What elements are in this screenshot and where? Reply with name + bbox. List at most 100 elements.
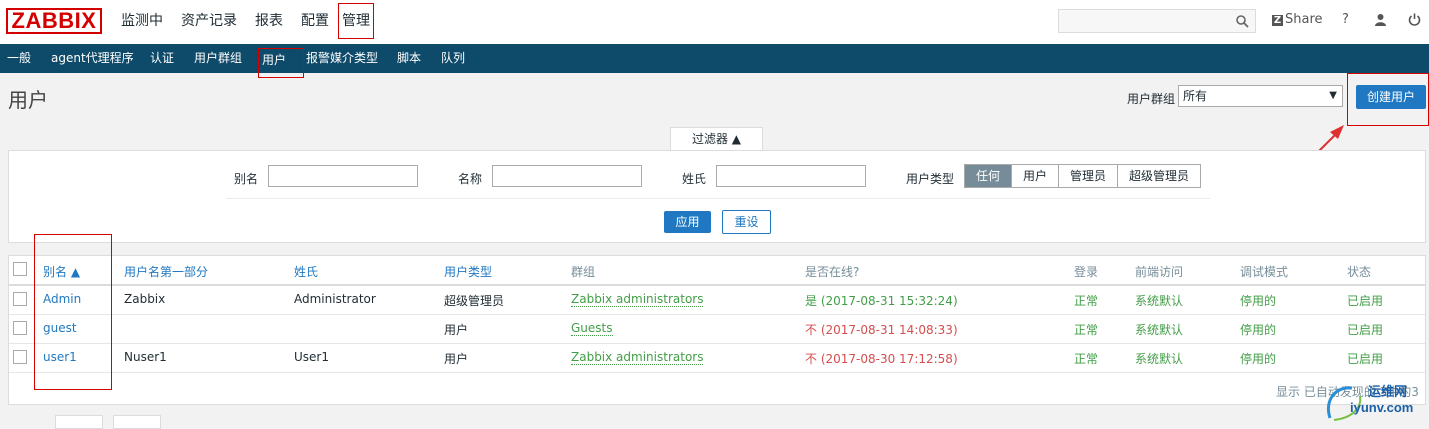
user-type-label: 用户类型 xyxy=(906,172,955,186)
reset-button[interactable]: 重设 xyxy=(722,210,771,234)
zabbix-logo[interactable]: ZABBIX xyxy=(6,8,102,34)
user-group-link[interactable]: Zabbix administrators xyxy=(571,292,704,307)
user-type-user[interactable]: 用户 xyxy=(1012,165,1060,187)
sub-nav-user-groups[interactable]: 用户群组 xyxy=(194,44,242,73)
filter-tab[interactable]: 过滤器 ▲ xyxy=(670,127,763,150)
login-status: 正常 xyxy=(1074,352,1099,366)
col-alias-header[interactable]: 别名 ▲ xyxy=(43,263,80,280)
header-divider xyxy=(9,284,1425,286)
col-frontend-header: 前端访问 xyxy=(1135,265,1184,279)
user-type: 用户 xyxy=(444,352,469,366)
user-type: 超级管理员 xyxy=(444,294,505,308)
mass-action-button[interactable] xyxy=(113,415,161,429)
share-link[interactable]: Z Share xyxy=(1272,12,1323,27)
user-surname: User1 xyxy=(294,350,329,364)
row-checkbox[interactable] xyxy=(13,292,27,306)
online-status: 不 (2017-08-30 17:12:58) xyxy=(805,352,958,366)
main-nav-monitoring[interactable]: 监测中 xyxy=(112,0,172,44)
power-icon[interactable] xyxy=(1408,13,1421,30)
surname-label: 姓氏 xyxy=(682,172,707,186)
user-name: Nuser1 xyxy=(124,350,167,364)
col-debug-header: 调试模式 xyxy=(1240,265,1289,279)
user-alias-link[interactable]: guest xyxy=(43,321,77,335)
user-icon[interactable] xyxy=(1374,13,1387,30)
search-icon[interactable] xyxy=(1236,15,1249,28)
row-divider xyxy=(9,314,1425,315)
sub-nav: 一般 agent代理程序 认证 用户群组 用户 报警媒介类型 脚本 队列 xyxy=(0,44,1429,78)
filter-divider xyxy=(226,198,1210,199)
user-group-link[interactable]: Zabbix administrators xyxy=(571,350,704,365)
name-label: 名称 xyxy=(458,172,483,186)
apply-button[interactable]: 应用 xyxy=(664,211,711,233)
row-divider xyxy=(9,372,1425,373)
sub-nav-media-types[interactable]: 报警媒介类型 xyxy=(306,44,378,73)
sub-nav-scripts[interactable]: 脚本 xyxy=(397,44,421,73)
frontend-access: 系统默认 xyxy=(1135,352,1184,366)
col-surname-header[interactable]: 姓氏 xyxy=(294,263,318,280)
dropdown-arrow-icon: ▼ xyxy=(1329,90,1337,101)
row-checkbox[interactable] xyxy=(13,350,27,364)
main-nav-reports[interactable]: 报表 xyxy=(246,0,292,44)
user-type: 用户 xyxy=(444,323,469,337)
main-nav: 监测中 资产记录 报表 配置 管理 xyxy=(112,0,374,44)
user-type-segmented: 任何 用户 管理员 超级管理员 xyxy=(964,164,1202,188)
main-nav-configuration[interactable]: 配置 xyxy=(292,0,338,44)
name-input[interactable] xyxy=(492,165,642,187)
create-user-button[interactable]: 创建用户 xyxy=(1356,85,1426,109)
login-status: 正常 xyxy=(1074,294,1099,308)
sub-nav-queue[interactable]: 队列 xyxy=(441,44,465,73)
debug-mode: 停用的 xyxy=(1240,352,1277,366)
page-title: 用户 xyxy=(8,88,48,112)
online-status: 不 (2017-08-31 14:08:33) xyxy=(805,323,958,337)
status-link[interactable]: 已启用 xyxy=(1347,321,1383,338)
user-type-admin[interactable]: 管理员 xyxy=(1059,165,1119,187)
sub-nav-general[interactable]: 一般 xyxy=(7,44,31,73)
user-name: Zabbix xyxy=(124,292,166,306)
col-groups-header: 群组 xyxy=(571,265,596,279)
select-all-checkbox[interactable] xyxy=(13,262,27,276)
help-icon[interactable]: ? xyxy=(1342,12,1349,27)
filter-panel xyxy=(8,150,1426,243)
sub-nav-users[interactable]: 用户 xyxy=(258,48,304,78)
user-group-link[interactable]: Guests xyxy=(571,321,613,336)
user-alias-link[interactable]: Admin xyxy=(43,292,81,306)
debug-mode: 停用的 xyxy=(1240,294,1277,308)
sub-nav-authentication[interactable]: 认证 xyxy=(150,44,174,73)
col-online-header: 是否在线? xyxy=(805,265,860,279)
col-status-header: 状态 xyxy=(1347,265,1372,279)
watermark-text-bottom: iyunv.com xyxy=(1350,400,1414,415)
online-status: 是 (2017-08-31 15:32:24) xyxy=(805,294,958,308)
frontend-access: 系统默认 xyxy=(1135,294,1184,308)
user-type-super-admin[interactable]: 超级管理员 xyxy=(1118,165,1201,187)
row-checkbox[interactable] xyxy=(13,321,27,335)
share-icon: Z xyxy=(1272,15,1283,26)
watermark-text-top: 运维网 xyxy=(1368,385,1408,400)
user-group-select[interactable]: 所有 ▼ xyxy=(1178,85,1343,107)
user-alias-link[interactable]: user1 xyxy=(43,350,77,364)
col-type-header[interactable]: 用户类型 xyxy=(444,263,492,280)
mass-action-button[interactable] xyxy=(55,415,103,429)
alias-input[interactable] xyxy=(268,165,418,187)
main-nav-inventory[interactable]: 资产记录 xyxy=(172,0,246,44)
alias-label: 别名 xyxy=(234,172,259,186)
users-table xyxy=(8,255,1426,405)
user-type-any[interactable]: 任何 xyxy=(965,165,1013,187)
status-link[interactable]: 已启用 xyxy=(1347,350,1383,367)
share-label: Share xyxy=(1285,12,1323,27)
user-group-value: 所有 xyxy=(1183,89,1208,103)
surname-input[interactable] xyxy=(716,165,866,187)
status-link[interactable]: 已启用 xyxy=(1347,292,1383,309)
watermark-logo: 运维网 iyunv.com xyxy=(1322,378,1429,423)
login-status: 正常 xyxy=(1074,323,1099,337)
col-name-header[interactable]: 用户名第一部分 xyxy=(124,263,208,280)
col-login-header: 登录 xyxy=(1074,265,1099,279)
top-bar: ZABBIX 监测中 资产记录 报表 配置 管理 Z Share ? xyxy=(0,0,1429,45)
frontend-access: 系统默认 xyxy=(1135,323,1184,337)
main-nav-administration[interactable]: 管理 xyxy=(338,3,374,39)
row-divider xyxy=(9,343,1425,344)
debug-mode: 停用的 xyxy=(1240,323,1277,337)
search-input[interactable] xyxy=(1058,9,1256,33)
user-surname: Administrator xyxy=(294,292,376,306)
sub-nav-proxies[interactable]: agent代理程序 xyxy=(51,44,134,73)
user-group-label: 用户群组 xyxy=(1127,92,1176,106)
